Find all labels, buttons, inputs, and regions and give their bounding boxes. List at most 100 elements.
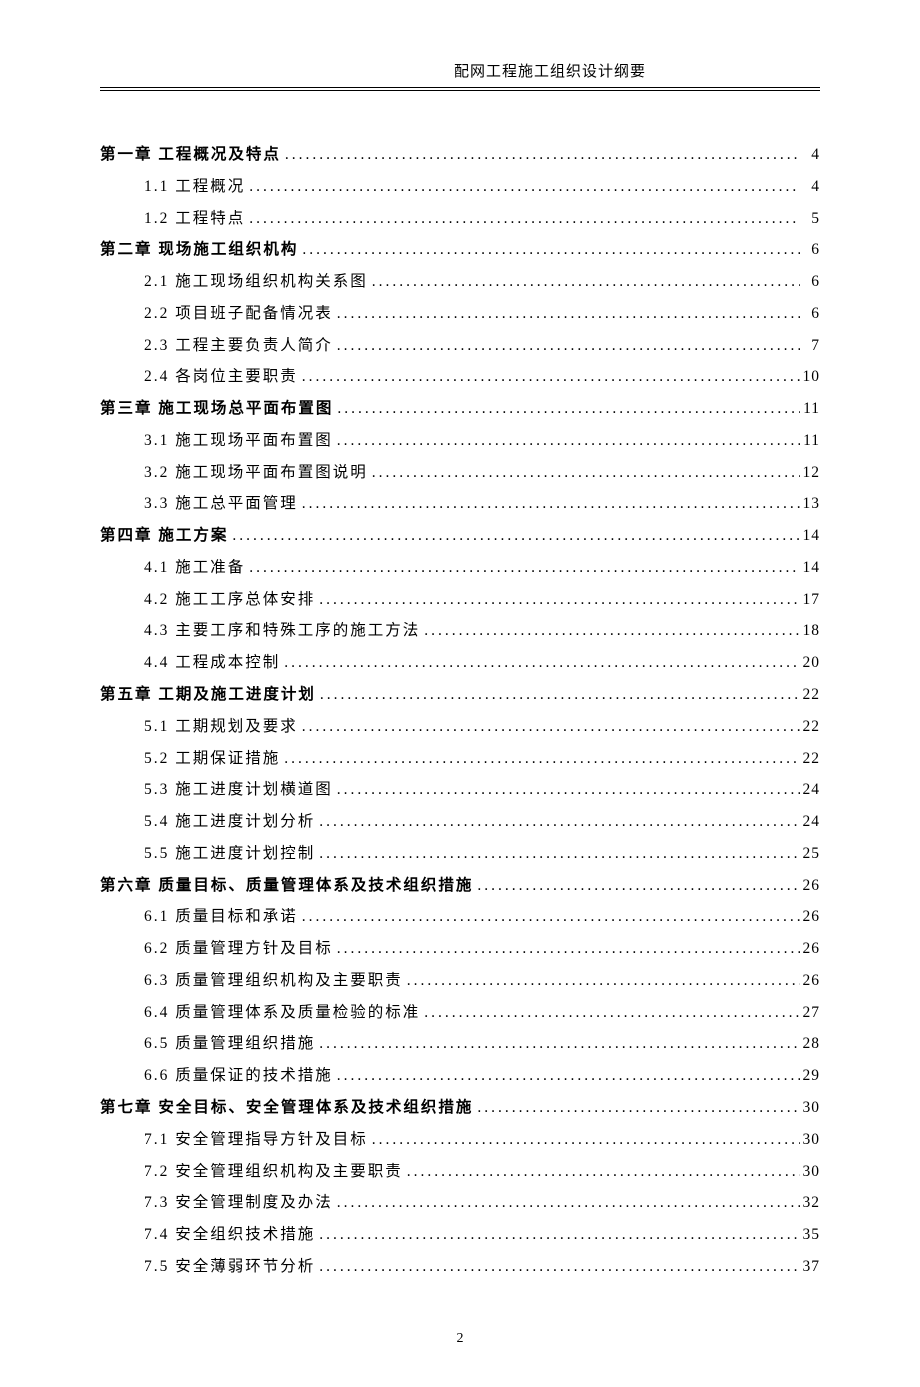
toc-entry-label: 4.1 施工准备 — [144, 552, 245, 584]
toc-sub-row: 2.2 项目班子配备情况表 6 — [100, 298, 820, 330]
toc-entry-page: 12 — [800, 457, 820, 489]
toc-entry-label: 2.2 项目班子配备情况表 — [144, 298, 333, 330]
toc-sub-row: 4.1 施工准备 14 — [100, 552, 820, 584]
toc-sub-row: 3.3 施工总平面管理13 — [100, 488, 820, 520]
toc-entry-label: 4.4 工程成本控制 — [144, 647, 280, 679]
toc-sub-row: 6.2 质量管理方针及目标26 — [100, 933, 820, 965]
toc-entry-label: 6.4 质量管理体系及质量检验的标准 — [144, 997, 420, 1029]
toc-entry-page: 26 — [800, 901, 820, 933]
toc-entry-page: 24 — [800, 806, 820, 838]
toc-leader-dots — [315, 1028, 800, 1060]
toc-entry-label: 第七章 安全目标、安全管理体系及技术组织措施 — [100, 1092, 473, 1124]
toc-leader-dots — [280, 743, 800, 775]
toc-entry-page: 25 — [800, 838, 820, 870]
toc-sub-row: 3.2 施工现场平面布置图说明 12 — [100, 457, 820, 489]
toc-entry-page: 35 — [800, 1219, 820, 1251]
running-header: 配网工程施工组织设计纲要 — [280, 60, 820, 87]
toc-sub-row: 7.3 安全管理制度及办法32 — [100, 1187, 820, 1219]
toc-leader-dots — [315, 1219, 800, 1251]
toc-sub-row: 7.2 安全管理组织机构及主要职责30 — [100, 1156, 820, 1188]
toc-entry-page: 22 — [800, 743, 820, 775]
toc-sub-row: 6.4 质量管理体系及质量检验的标准 27 — [100, 997, 820, 1029]
toc-leader-dots — [298, 234, 800, 266]
toc-leader-dots — [315, 584, 800, 616]
toc-entry-label: 5.5 施工进度计划控制 — [144, 838, 315, 870]
toc-leader-dots — [473, 1092, 800, 1124]
toc-entry-page: 5 — [800, 203, 820, 235]
toc-entry-label: 第二章 现场施工组织机构 — [100, 234, 298, 266]
toc-leader-dots — [368, 266, 800, 298]
toc-leader-dots — [316, 679, 800, 711]
toc-sub-row: 7.4 安全组织技术措施 35 — [100, 1219, 820, 1251]
toc-sub-row: 6.6 质量保证的技术措施29 — [100, 1060, 820, 1092]
toc-leader-dots — [333, 774, 800, 806]
toc-sub-row: 7.5 安全薄弱环节分析37 — [100, 1251, 820, 1283]
toc-leader-dots — [420, 615, 800, 647]
toc-entry-label: 4.2 施工工序总体安排 — [144, 584, 315, 616]
toc-leader-dots — [333, 330, 800, 362]
table-of-contents: 第一章 工程概况及特点41.1 工程概况 4 1.2 工程特点 5 第二章 现场施工组织… — [100, 139, 820, 1283]
toc-leader-dots — [403, 965, 800, 997]
toc-leader-dots — [315, 838, 800, 870]
toc-entry-page: 28 — [800, 1028, 820, 1060]
toc-entry-page: 6 — [800, 298, 820, 330]
header-rule-thin — [100, 90, 820, 91]
toc-leader-dots — [298, 711, 800, 743]
toc-leader-dots — [333, 1187, 800, 1219]
toc-sub-row: 5.2 工期保证措施22 — [100, 743, 820, 775]
toc-entry-page: 13 — [800, 488, 820, 520]
toc-entry-page: 6 — [800, 266, 820, 298]
toc-entry-page: 11 — [800, 425, 820, 457]
toc-leader-dots — [473, 870, 800, 902]
toc-entry-page: 11 — [800, 393, 820, 425]
toc-entry-label: 6.1 质量目标和承诺 — [144, 901, 298, 933]
toc-entry-page: 30 — [800, 1124, 820, 1156]
document-page: 配网工程施工组织设计纲要 第一章 工程概况及特点41.1 工程概况 4 1.2 工程… — [0, 0, 920, 1387]
toc-sub-row: 3.1 施工现场平面布置图11 — [100, 425, 820, 457]
toc-sub-row: 2.4 各岗位主要职责 10 — [100, 361, 820, 393]
toc-entry-label: 7.4 安全组织技术措施 — [144, 1219, 315, 1251]
toc-entry-label: 5.1 工期规划及要求 — [144, 711, 298, 743]
toc-entry-page: 26 — [800, 965, 820, 997]
toc-sub-row: 5.4 施工进度计划分析24 — [100, 806, 820, 838]
toc-chapter-row: 第六章 质量目标、质量管理体系及技术组织措施26 — [100, 870, 820, 902]
toc-entry-label: 6.5 质量管理组织措施 — [144, 1028, 315, 1060]
toc-entry-page: 29 — [800, 1060, 820, 1092]
toc-leader-dots — [245, 171, 800, 203]
toc-sub-row: 4.2 施工工序总体安排17 — [100, 584, 820, 616]
toc-entry-page: 4 — [800, 171, 820, 203]
toc-leader-dots — [333, 933, 800, 965]
toc-entry-page: 6 — [800, 234, 820, 266]
toc-chapter-row: 第七章 安全目标、安全管理体系及技术组织措施30 — [100, 1092, 820, 1124]
toc-sub-row: 6.3 质量管理组织机构及主要职责26 — [100, 965, 820, 997]
toc-entry-page: 32 — [800, 1187, 820, 1219]
toc-leader-dots — [315, 1251, 800, 1283]
toc-entry-label: 7.5 安全薄弱环节分析 — [144, 1251, 315, 1283]
toc-leader-dots — [420, 997, 800, 1029]
toc-entry-page: 22 — [800, 679, 820, 711]
toc-entry-page: 10 — [800, 361, 820, 393]
toc-chapter-row: 第三章 施工现场总平面布置图11 — [100, 393, 820, 425]
toc-chapter-row: 第四章 施工方案 14 — [100, 520, 820, 552]
toc-entry-page: 14 — [800, 552, 820, 584]
toc-entry-page: 22 — [800, 711, 820, 743]
toc-entry-page: 14 — [800, 520, 820, 552]
toc-chapter-row: 第一章 工程概况及特点4 — [100, 139, 820, 171]
toc-entry-label: 2.4 各岗位主要职责 — [144, 361, 298, 393]
toc-entry-label: 第五章 工期及施工进度计划 — [100, 679, 316, 711]
toc-sub-row: 5.5 施工进度计划控制 25 — [100, 838, 820, 870]
toc-entry-label: 第一章 工程概况及特点 — [100, 139, 281, 171]
toc-sub-row: 2.3 工程主要负责人简介7 — [100, 330, 820, 362]
toc-entry-page: 27 — [800, 997, 820, 1029]
toc-leader-dots — [368, 457, 800, 489]
toc-leader-dots — [368, 1124, 800, 1156]
toc-entry-label: 2.3 工程主要负责人简介 — [144, 330, 333, 362]
toc-entry-label: 第四章 施工方案 — [100, 520, 228, 552]
toc-entry-label: 1.1 工程概况 — [144, 171, 245, 203]
toc-entry-label: 7.1 安全管理指导方针及目标 — [144, 1124, 368, 1156]
toc-leader-dots — [298, 901, 800, 933]
toc-entry-label: 1.2 工程特点 — [144, 203, 245, 235]
toc-entry-label: 3.2 施工现场平面布置图说明 — [144, 457, 368, 489]
toc-sub-row: 2.1 施工现场组织机构关系图6 — [100, 266, 820, 298]
toc-leader-dots — [333, 298, 800, 330]
